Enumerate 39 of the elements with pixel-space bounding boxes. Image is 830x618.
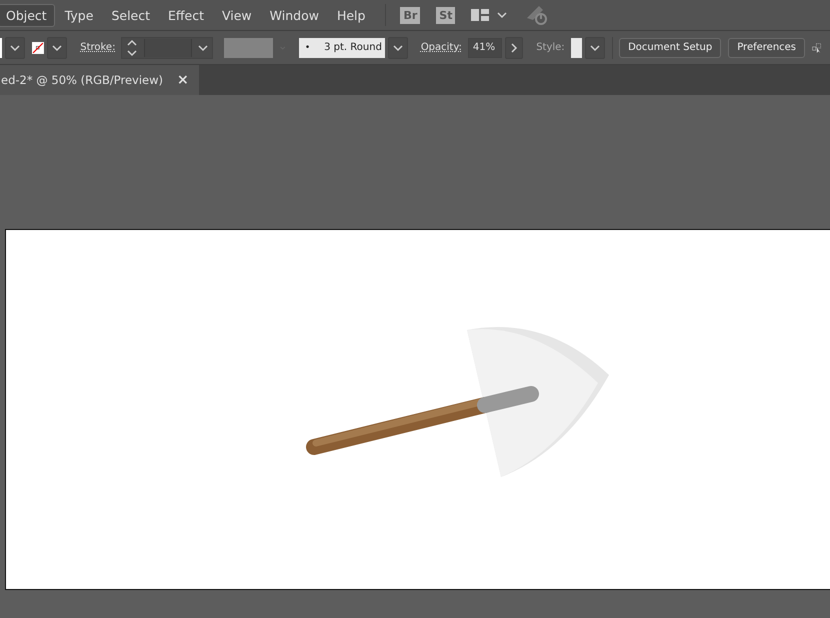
- opacity-field[interactable]: 41%: [468, 38, 502, 58]
- stepper-icon: [126, 38, 138, 58]
- app-icon[interactable]: St: [436, 6, 456, 24]
- menu-item[interactable]: View: [214, 4, 260, 26]
- chevron-right-icon: [510, 42, 518, 52]
- workspace-layout-icon[interactable]: [471, 8, 492, 22]
- close-tab-button[interactable]: ×: [177, 72, 189, 88]
- document-tab[interactable]: ed-2* @ 50% (RGB/Preview) ×: [0, 65, 199, 95]
- menu-item[interactable]: Object: [0, 4, 55, 26]
- chevron-down-icon: [590, 44, 600, 52]
- dropdown-button[interactable]: [388, 36, 408, 58]
- brush-name: 3 pt. Round: [324, 42, 382, 53]
- brush-dot: •: [304, 42, 310, 52]
- app-icon[interactable]: Br: [400, 6, 420, 24]
- menu-item[interactable]: Select: [103, 4, 158, 26]
- dropdown-button[interactable]: [584, 36, 605, 58]
- chevron-down-icon[interactable]: [497, 11, 508, 19]
- stroke-label[interactable]: Stroke:: [80, 42, 116, 53]
- menu-item[interactable]: Type: [56, 4, 102, 26]
- stroke-weight-field[interactable]: [121, 36, 214, 58]
- chevron-down-icon: [10, 44, 20, 52]
- chevron-down-icon: [198, 44, 208, 52]
- brush-field[interactable]: • 3 pt. Round: [298, 38, 385, 58]
- dropdown-button[interactable]: [5, 36, 26, 58]
- opacity-label[interactable]: Opacity:: [420, 42, 462, 53]
- dropdown-button[interactable]: [47, 36, 68, 58]
- tab-title: ed-2* @ 50% (RGB/Preview): [1, 73, 164, 87]
- menu-item[interactable]: Window: [262, 4, 327, 26]
- expand-button[interactable]: [505, 36, 524, 58]
- toolbar-button[interactable]: Document Setup: [619, 38, 722, 58]
- style-swatch[interactable]: [570, 38, 582, 58]
- chevron-down-icon: [392, 44, 403, 52]
- menu-item[interactable]: Help: [328, 4, 374, 26]
- variable-width-profile-field[interactable]: [224, 38, 274, 58]
- fill-swatch[interactable]: [0, 38, 2, 58]
- chevron-down-icon: [52, 44, 62, 52]
- menu-item[interactable]: Effect: [160, 4, 212, 26]
- toolbar-button[interactable]: Preferences: [728, 38, 806, 58]
- style-label: Style:: [536, 42, 565, 53]
